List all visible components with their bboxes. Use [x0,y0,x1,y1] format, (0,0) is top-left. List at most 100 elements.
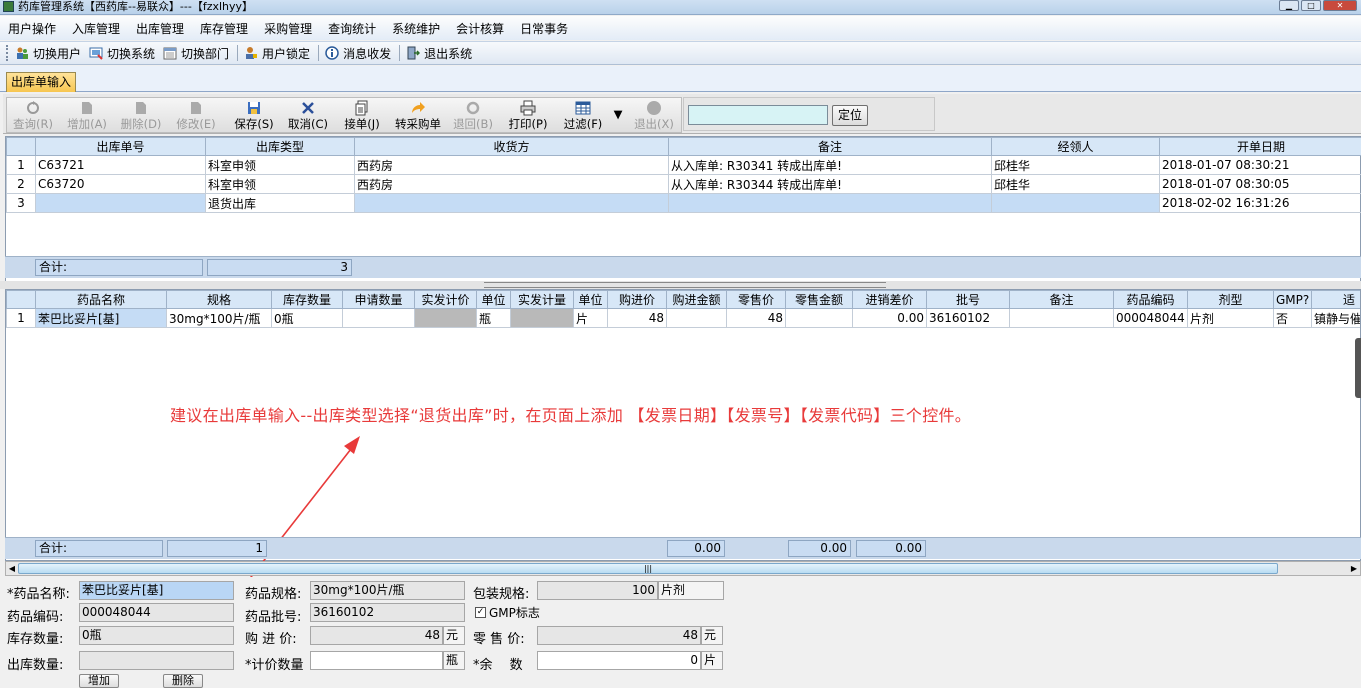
column-header[interactable]: 单位 [477,291,511,309]
scroll-left-icon[interactable]: ◀ [6,562,18,575]
column-header[interactable]: 申请数量 [343,291,415,309]
tab-outbound-input[interactable]: 出库单输入 [6,72,76,92]
column-header[interactable]: 药品名称 [36,291,167,309]
batch-cell[interactable]: 36160102 [927,309,1010,328]
close-icon[interactable]: ✕ [1323,0,1357,11]
receive-button[interactable]: 接单(J) [340,100,384,131]
receiver-cell[interactable] [355,194,669,213]
person-cell[interactable]: 邱桂华 [992,156,1160,175]
column-header[interactable]: 规格 [167,291,272,309]
return-button[interactable]: 退回(B) [451,100,495,131]
dosage-form-cell[interactable]: 片剂 [1188,309,1274,328]
note-cell[interactable] [1010,309,1114,328]
stock-field[interactable]: 0瓶 [79,626,234,645]
column-header[interactable]: 剂型 [1188,291,1274,309]
spec-cell[interactable]: 30mg*100片/瓶 [167,309,272,328]
qty-price-cell[interactable] [415,309,477,328]
note-cell[interactable]: 从入库单: R30344 转成出库单! [669,175,992,194]
order-no-cell[interactable]: C63720 [36,175,206,194]
menu-purchase[interactable]: 采购管理 [264,20,312,37]
indication-cell[interactable]: 镇静与催 [1312,309,1361,328]
receiver-cell[interactable]: 西药房 [355,175,669,194]
add-button[interactable]: 增加(A) [65,100,109,131]
column-header[interactable]: GMP? [1274,291,1312,309]
query-button[interactable]: 查询(R) [11,100,55,131]
person-cell[interactable]: 邱桂华 [992,175,1160,194]
filter-dropdown[interactable]: ▼ [611,108,625,121]
menu-inbound[interactable]: 入库管理 [72,20,120,37]
drug-code-cell[interactable]: 000048044 [1114,309,1188,328]
switch-user-button[interactable]: 切换用户 [15,45,81,62]
order-type-cell[interactable]: 科室申领 [206,156,355,175]
unit-cell[interactable]: 片 [574,309,608,328]
menu-inventory[interactable]: 库存管理 [200,20,248,37]
date-cell[interactable]: 2018-02-02 16:31:26 [1160,194,1361,213]
user-lock-button[interactable]: 用户锁定 [244,45,310,62]
column-header[interactable]: 适 [1312,291,1361,309]
out-qty-field[interactable] [79,651,234,670]
gmp-cell[interactable]: 否 [1274,309,1312,328]
column-header[interactable]: 备注 [669,138,992,156]
order-no-cell[interactable]: C63721 [36,156,206,175]
minimize-icon[interactable]: ▁ [1279,0,1299,11]
column-header[interactable]: 出库单号 [36,138,206,156]
column-header[interactable]: 购进金额 [667,291,727,309]
column-header[interactable]: 经领人 [992,138,1160,156]
messages-button[interactable]: 消息收发 [325,45,391,62]
price-qty-field[interactable] [310,651,443,670]
splitter-handle[interactable] [484,282,886,288]
add-item-button[interactable]: 增加 [79,674,119,688]
switch-system-button[interactable]: 切换系统 [89,45,155,62]
column-header[interactable]: 进销差价 [853,291,927,309]
column-header[interactable]: 备注 [1010,291,1114,309]
gmp-checkbox[interactable]: ✓ [475,607,486,618]
drug-name-field[interactable]: 苯巴比妥片[基] [79,581,234,600]
print-button[interactable]: 打印(P) [506,100,550,131]
column-header[interactable]: 批号 [927,291,1010,309]
batch-field[interactable]: 36160102 [310,603,465,622]
retail-price-field[interactable]: 48 [537,626,701,645]
order-type-cell[interactable]: 退货出库 [206,194,355,213]
menu-system[interactable]: 系统维护 [392,20,440,37]
buy-amount-cell[interactable] [667,309,727,328]
drug-code-field[interactable]: 000048044 [79,603,234,622]
column-header[interactable]: 实发计量 [511,291,574,309]
remainder-field[interactable]: 0 [537,651,701,670]
delete-button[interactable]: 删除(D) [119,100,163,131]
column-header[interactable]: 实发计价 [415,291,477,309]
unit-cell[interactable]: 瓶 [477,309,511,328]
filter-button[interactable]: 过滤(F) [560,100,606,131]
horizontal-scrollbar[interactable]: ◀ ||| ▶ [5,561,1361,576]
column-header[interactable]: 开单日期 [1160,138,1361,156]
column-header[interactable]: 出库类型 [206,138,355,156]
to-purchase-button[interactable]: 转采购单 [392,100,444,131]
pack-spec-field[interactable]: 100 [537,581,658,600]
column-header[interactable]: 购进价 [608,291,667,309]
order-type-cell[interactable]: 科室申领 [206,175,355,194]
menu-user-ops[interactable]: 用户操作 [8,20,56,37]
column-header[interactable]: 零售金额 [786,291,853,309]
date-cell[interactable]: 2018-01-07 08:30:21 [1160,156,1361,175]
maximize-icon[interactable]: □ [1301,0,1321,11]
column-header[interactable]: 零售价 [727,291,786,309]
column-header[interactable]: 收货方 [355,138,669,156]
table-row[interactable]: 1 C63721 科室申领 西药房 从入库单: R30341 转成出库单! 邱桂… [7,156,1361,175]
note-cell[interactable] [669,194,992,213]
buy-price-field[interactable]: 48 [310,626,443,645]
column-header[interactable]: 药品编码 [1114,291,1188,309]
order-no-cell[interactable] [36,194,206,213]
note-cell[interactable]: 从入库单: R30341 转成出库单! [669,156,992,175]
locate-button[interactable]: 定位 [832,105,868,126]
retail-amount-cell[interactable] [786,309,853,328]
column-header[interactable]: 库存数量 [272,291,343,309]
menu-accounting[interactable]: 会计核算 [456,20,504,37]
receiver-cell[interactable]: 西药房 [355,156,669,175]
switch-dept-button[interactable]: 切换部门 [163,45,229,62]
table-row[interactable]: 2 C63720 科室申领 西药房 从入库单: R30344 转成出库单! 邱桂… [7,175,1361,194]
menu-daily[interactable]: 日常事务 [520,20,568,37]
exit-button[interactable]: 退出(X) [631,100,677,131]
buy-price-cell[interactable]: 48 [608,309,667,328]
save-button[interactable]: 保存(S) [231,100,277,131]
toolbar-grip[interactable] [6,45,9,61]
side-scroll-handle[interactable] [1355,338,1361,398]
